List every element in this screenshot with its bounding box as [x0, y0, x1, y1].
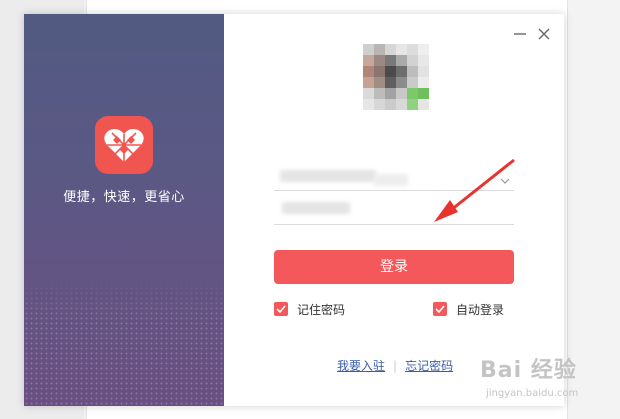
close-icon[interactable] — [536, 26, 552, 42]
slogan: 便捷，快速，更省心 — [63, 190, 185, 205]
checkbox-checked-icon[interactable] — [274, 302, 288, 316]
footer-links: 我要入驻 | 忘记密码 — [337, 357, 453, 374]
username-redacted-tail — [374, 174, 408, 186]
forgot-password-link[interactable]: 忘记密码 — [405, 357, 453, 374]
link-separator: | — [393, 358, 398, 373]
username-field[interactable] — [274, 162, 514, 191]
username-redacted — [280, 170, 376, 182]
remember-password-label: 记住密码 — [297, 302, 346, 317]
join-link[interactable]: 我要入驻 — [337, 357, 385, 374]
checkbox-checked-icon[interactable] — [433, 302, 447, 316]
minimize-icon[interactable] — [512, 26, 528, 42]
brand-panel: 便捷，快速，更省心 — [24, 14, 224, 406]
background-right — [568, 0, 620, 419]
auto-login-checkbox[interactable]: 自动登录 — [433, 301, 504, 317]
remember-password-checkbox[interactable]: 记住密码 — [274, 301, 345, 317]
login-button[interactable]: 登录 — [274, 250, 514, 284]
dot-pattern — [24, 276, 224, 406]
auto-login-label: 自动登录 — [456, 302, 505, 317]
pinduoduo-heart-logo-icon — [95, 116, 153, 174]
chevron-down-icon[interactable] — [500, 170, 510, 189]
password-redacted — [282, 202, 350, 214]
login-dialog: 便捷，快速，更省心 登录 记住密码 自动登录 我要入驻 | 忘记密码 — [24, 14, 564, 406]
password-field[interactable] — [274, 196, 514, 225]
avatar — [363, 44, 429, 110]
